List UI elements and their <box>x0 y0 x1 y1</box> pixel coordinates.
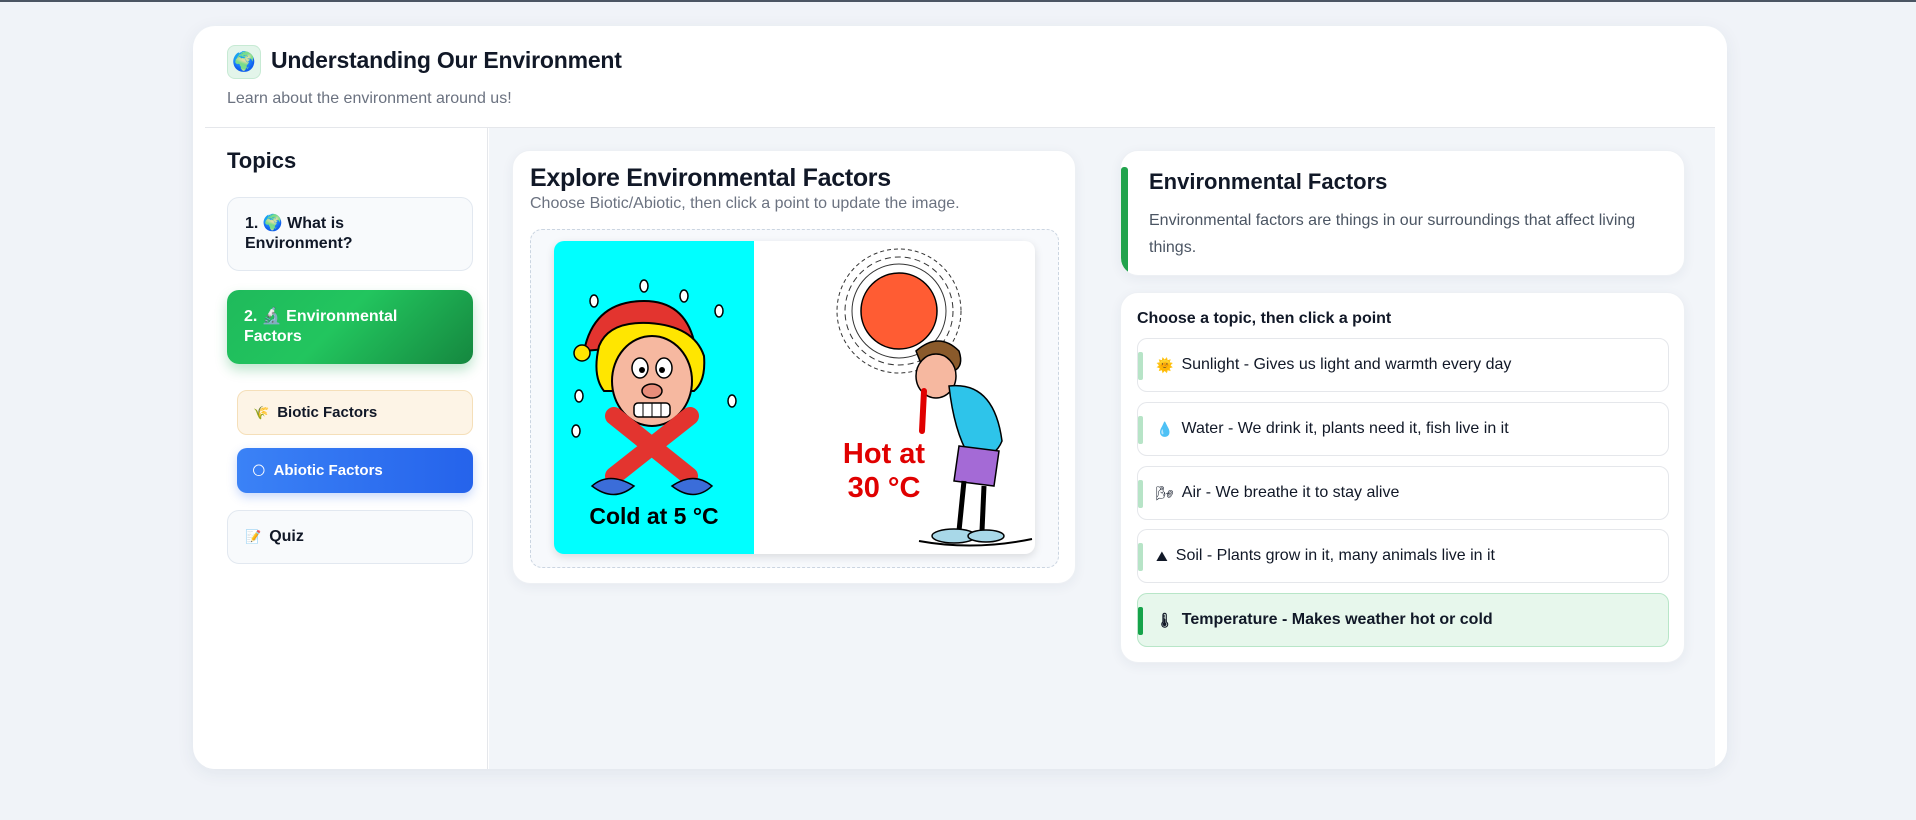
scrollbar-track[interactable] <box>1715 128 1727 769</box>
abiotic-factors-label: Abiotic Factors <box>273 462 383 479</box>
hot-caption-line-1: Hot at <box>843 438 926 470</box>
hot-person <box>915 340 1033 547</box>
app-window: 🌍 Understanding Our Environment Learn ab… <box>193 26 1727 769</box>
grain-icon: 🌾 <box>253 404 270 420</box>
topic-item-water[interactable]: 💧 Water - We drink it, plants need it, f… <box>1137 402 1669 456</box>
sidebar-item-label: 2. 🔬 Environmental Factors <box>244 308 398 345</box>
sidebar-item-what-is-environment[interactable]: 1. 🌍 What is Environment? <box>227 197 473 271</box>
topic-item-marker <box>1138 543 1143 571</box>
topic-heading: Choose a topic, then click a point <box>1137 310 1392 327</box>
moon-icon: 🌕 <box>252 462 266 478</box>
info-title: Environmental Factors <box>1149 169 1388 194</box>
temperature-illustration-svg: Cold at 5 °C Hot at 30 °C <box>554 241 1033 554</box>
wind-icon: 🌬 <box>1156 484 1174 501</box>
cold-caption: Cold at 5 °C <box>589 503 718 529</box>
topic-item-air[interactable]: 🌬 Air - We breathe it to stay alive <box>1137 466 1669 520</box>
sidebar-item-environmental-factors[interactable]: 2. 🔬 Environmental Factors <box>227 290 473 364</box>
biotic-factors-label: Biotic Factors <box>277 404 378 421</box>
topic-item-temperature[interactable]: 🌡 Temperature - Makes weather hot or col… <box>1137 593 1669 647</box>
sidebar-item-label: Quiz <box>269 528 304 545</box>
temperature-illustration[interactable]: Cold at 5 °C Hot at 30 °C <box>554 241 1035 554</box>
mountain-icon: ⛰ <box>1156 547 1168 564</box>
info-card: Environmental Factors Environmental fact… <box>1120 150 1685 276</box>
biotic-factors-button[interactable]: 🌾 Biotic Factors <box>237 390 473 435</box>
topic-item-label: Soil - Plants grow in it, many animals l… <box>1175 547 1495 564</box>
topic-item-marker <box>1138 607 1143 635</box>
info-text: Environmental factors are things in our … <box>1149 212 1636 256</box>
topic-item-soil[interactable]: ⛰ Soil - Plants grow in it, many animals… <box>1137 529 1669 583</box>
sun-icon: 🌞 <box>1156 356 1174 373</box>
page-title: Understanding Our Environment <box>271 47 622 73</box>
sidebar: Topics 1. 🌍 What is Environment? 2. 🔬 En… <box>205 128 488 769</box>
topic-item-marker <box>1138 352 1143 380</box>
hot-caption-line-2: 30 °C <box>848 472 921 504</box>
topic-item-sunlight[interactable]: 🌞 Sunlight - Gives us light and warmth e… <box>1137 338 1669 392</box>
sidebar-item-quiz[interactable]: 📝 Quiz <box>227 510 473 564</box>
topic-card: Choose a topic, then click a point 🌞 Sun… <box>1120 292 1685 663</box>
explore-subtitle: Choose Biotic/Abiotic, then click a poin… <box>530 195 960 212</box>
topic-item-label: Sunlight - Gives us light and warmth eve… <box>1181 356 1512 373</box>
image-frame: Cold at 5 °C Hot at 30 °C <box>530 229 1059 568</box>
sidebar-title: Topics <box>227 148 297 173</box>
topic-item-marker <box>1138 416 1143 444</box>
main-content: Explore Environmental Factors Choose Bio… <box>489 128 1715 769</box>
info-accent-bar <box>1121 167 1128 275</box>
app-header: 🌍 Understanding Our Environment Learn ab… <box>193 26 1727 127</box>
memo-icon: 📝 <box>245 529 262 544</box>
abiotic-factors-button[interactable]: 🌕 Abiotic Factors <box>237 448 473 493</box>
topic-item-label: Air - We breathe it to stay alive <box>1181 484 1400 501</box>
topic-item-label: Temperature - Makes weather hot or cold <box>1181 611 1493 628</box>
explore-card: Explore Environmental Factors Choose Bio… <box>512 150 1076 584</box>
thermometer-icon: 🌡 <box>1156 611 1174 628</box>
sidebar-item-label: 1. 🌍 What is Environment? <box>245 215 353 252</box>
topic-item-marker <box>1138 480 1143 508</box>
globe-icon: 🌍 <box>227 45 261 79</box>
explore-title: Explore Environmental Factors <box>530 164 891 192</box>
page-subtitle: Learn about the environment around us! <box>227 90 512 107</box>
droplet-icon: 💧 <box>1156 420 1174 437</box>
topic-item-label: Water - We drink it, plants need it, fis… <box>1181 420 1509 437</box>
